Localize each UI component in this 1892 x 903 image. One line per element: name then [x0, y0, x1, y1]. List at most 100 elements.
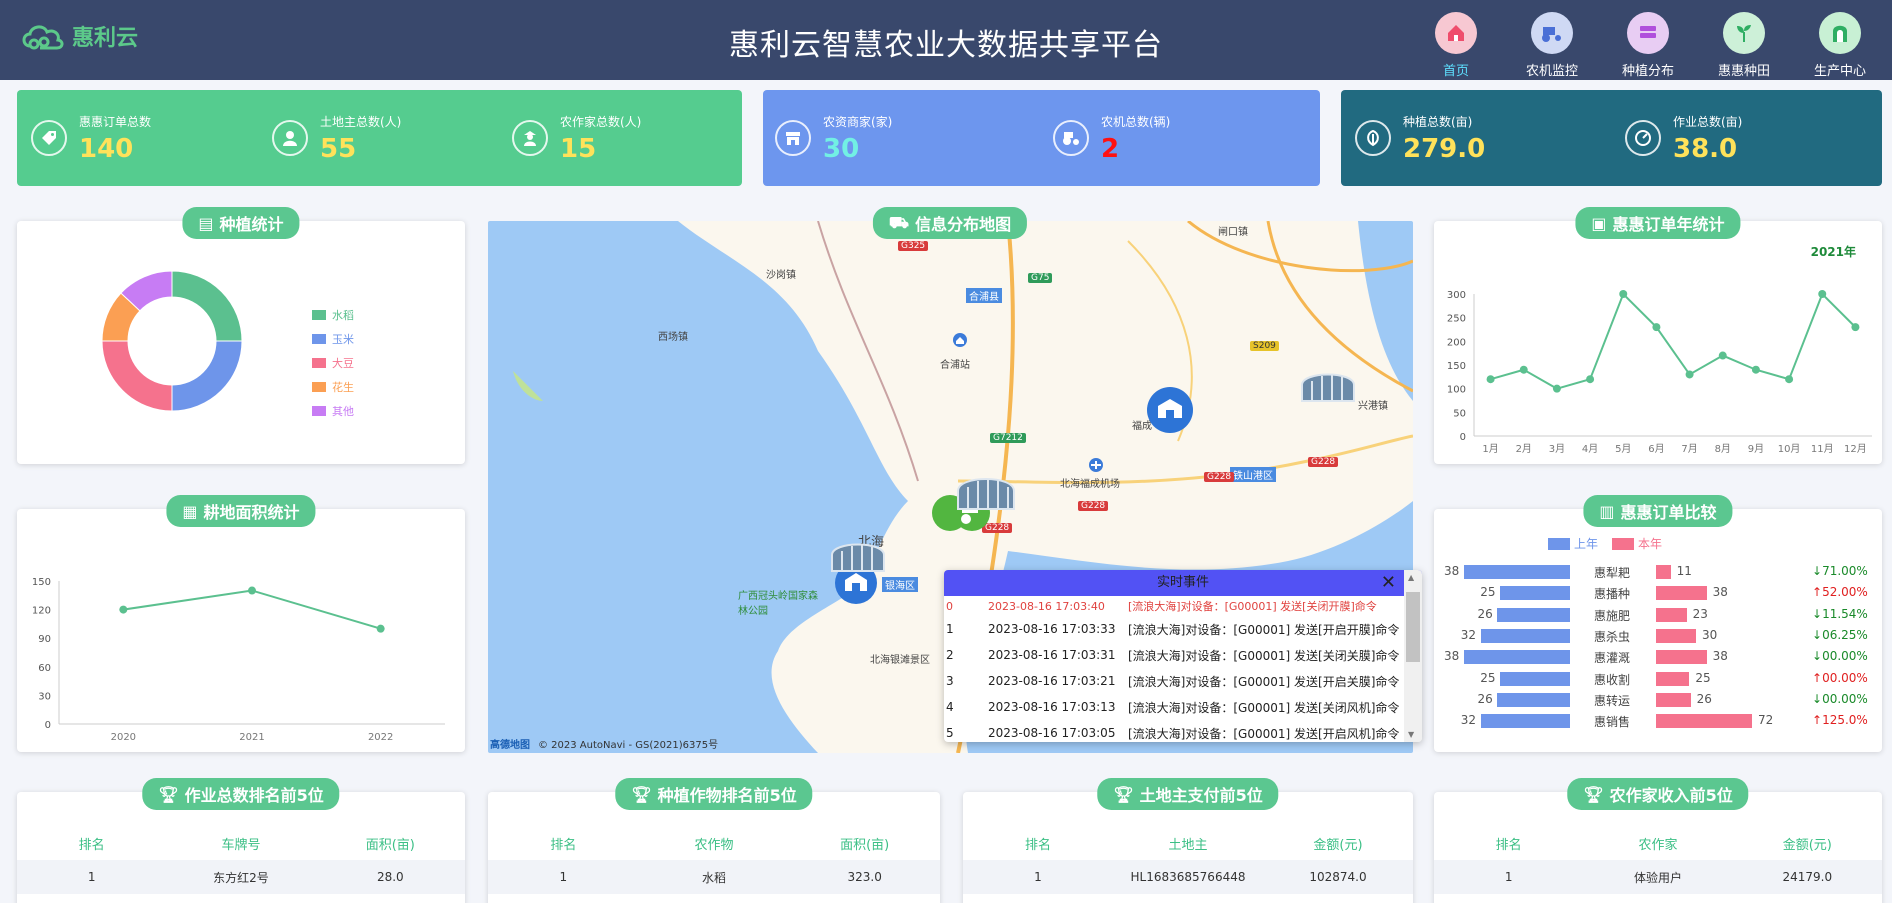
data-point[interactable]: [1586, 375, 1595, 384]
last-year-bar[interactable]: [1464, 565, 1570, 579]
event-row[interactable]: 0 2023-08-16 17:03:40 [流浪大海]对设备：[G00001] 发…: [944, 596, 1422, 616]
data-point[interactable]: [248, 586, 256, 595]
data-point[interactable]: [119, 605, 128, 614]
nav-home[interactable]: 首页: [1414, 12, 1498, 79]
table-row[interactable]: 1 HL1683685766448 102874.0: [963, 860, 1413, 894]
data-point[interactable]: [1619, 290, 1628, 298]
this-year-bar[interactable]: [1656, 650, 1707, 665]
greenhouse-marker-icon[interactable]: [828, 539, 888, 575]
last-year-value: 25: [1480, 670, 1496, 685]
data-point[interactable]: [376, 624, 385, 633]
change-text: 00.00%: [1822, 691, 1868, 706]
land-area-line-chart[interactable]: 0 30 60 90 120 150 2020 2021 2022: [17, 509, 465, 752]
events-title: 实时事件: [1156, 575, 1209, 590]
last-year-bar[interactable]: [1497, 692, 1570, 707]
order-year-line-chart[interactable]: 0 50 100 150 200 250 300 1月 2月 3月 4月 5月 6月 7月 8月 9月 10月 1…: [1434, 221, 1882, 464]
planting-donut-chart[interactable]: [97, 266, 247, 416]
data-point[interactable]: [1718, 351, 1727, 360]
column-header[interactable]: 土地主: [1113, 834, 1263, 853]
nav-farming[interactable]: 惠惠种田: [1702, 12, 1786, 79]
legend-item-this-year[interactable]: 本年: [1612, 535, 1662, 552]
panel-title-text: 土地主支付前5位: [1139, 786, 1263, 805]
column-header[interactable]: 排名: [1434, 834, 1583, 853]
data-point[interactable]: [1486, 375, 1495, 384]
column-header[interactable]: 农作物: [639, 834, 790, 853]
panel-title-map-text: 信息分布地图: [915, 215, 1012, 234]
column-header[interactable]: 金额(元): [1733, 834, 1882, 853]
donut-slice-0[interactable]: [171, 270, 243, 342]
map-label: 合浦县: [966, 288, 1002, 303]
table-row[interactable]: 1 东方红2号 28.0: [17, 860, 465, 894]
last-year-bar[interactable]: [1497, 607, 1570, 622]
x-tick-label: 2021: [239, 732, 264, 743]
close-icon[interactable]: ✕: [1381, 570, 1396, 596]
airport-marker-icon[interactable]: [1088, 457, 1104, 473]
this-year-bar[interactable]: [1656, 692, 1691, 707]
this-year-bar[interactable]: [1656, 586, 1707, 601]
event-text: [流浪大海]对设备：[G00001] 发送[关闭开膜]命令: [1128, 600, 1377, 613]
data-point[interactable]: [1785, 375, 1794, 384]
donut-legend-item[interactable]: 其他: [312, 403, 354, 419]
nav-planting-distribution[interactable]: 种植分布: [1606, 12, 1690, 79]
table-row[interactable]: 1 水稻 323.0: [488, 860, 940, 894]
column-header[interactable]: 排名: [963, 834, 1113, 853]
last-year-value: 38: [1444, 564, 1460, 578]
greenhouse-marker-icon[interactable]: [954, 473, 1018, 513]
stat-work-total: 作业总数(亩) 38.0: [1625, 113, 1742, 164]
events-scrollbar[interactable]: ▲ ▼: [1404, 570, 1422, 742]
column-header[interactable]: 面积(亩): [789, 834, 940, 853]
this-year-bar[interactable]: [1656, 671, 1690, 686]
greenhouse-marker-icon[interactable]: [1298, 369, 1358, 405]
column-header[interactable]: 农作家: [1583, 834, 1732, 853]
data-point[interactable]: [1652, 323, 1661, 332]
scroll-thumb[interactable]: [1406, 592, 1420, 662]
column-header[interactable]: 排名: [488, 834, 639, 853]
last-year-bar[interactable]: [1500, 586, 1570, 601]
event-row[interactable]: 3 2023-08-16 17:03:21 [流浪大海]对设备：[G00001] 发…: [944, 668, 1422, 694]
x-tick-label: 11月: [1811, 443, 1834, 455]
last-year-bar[interactable]: [1480, 714, 1570, 729]
y-tick-label: 300: [1447, 290, 1466, 301]
legend-swatch: [312, 382, 326, 392]
data-point[interactable]: [1685, 370, 1694, 379]
last-year-bar[interactable]: [1464, 650, 1570, 665]
station-marker-icon[interactable]: [952, 332, 968, 350]
event-row[interactable]: 5 2023-08-16 17:03:05 [流浪大海]对设备：[G00001] 发…: [944, 720, 1422, 742]
data-point[interactable]: [1751, 365, 1760, 374]
greenhouse-icon: [1819, 12, 1861, 54]
last-year-bar[interactable]: [1500, 671, 1570, 686]
warehouse-marker-icon[interactable]: [1146, 386, 1194, 434]
x-tick-label: 4月: [1582, 443, 1598, 455]
donut-slice-2[interactable]: [101, 340, 173, 412]
donut-legend-item[interactable]: 水稻: [312, 307, 354, 323]
donut-slice-1[interactable]: [171, 340, 243, 412]
donut-legend-item[interactable]: 玉米: [312, 331, 354, 347]
event-row[interactable]: 2 2023-08-16 17:03:31 [流浪大海]对设备：[G00001] 发…: [944, 642, 1422, 668]
legend-item-last-year[interactable]: 上年: [1548, 535, 1598, 552]
column-header[interactable]: 排名: [17, 834, 166, 853]
data-point[interactable]: [1818, 290, 1827, 298]
column-header[interactable]: 金额(元): [1263, 834, 1413, 853]
stat-landlords-value: 55: [320, 133, 357, 164]
change-percent: ↓00.00%: [1812, 649, 1868, 663]
stat-machines-value: 2: [1101, 133, 1120, 164]
nav-machine-monitor[interactable]: 农机监控: [1510, 12, 1594, 79]
this-year-bar[interactable]: [1656, 628, 1696, 643]
scroll-down-icon[interactable]: ▼: [1408, 730, 1414, 739]
event-row[interactable]: 1 2023-08-16 17:03:33 [流浪大海]对设备：[G00001] 发…: [944, 616, 1422, 642]
this-year-bar[interactable]: [1656, 607, 1687, 622]
data-point[interactable]: [1851, 323, 1860, 332]
this-year-bar[interactable]: [1656, 714, 1752, 729]
nav-production-center[interactable]: 生产中心: [1798, 12, 1882, 79]
last-year-bar[interactable]: [1480, 628, 1570, 643]
column-header[interactable]: 车牌号: [166, 834, 315, 853]
donut-legend-item[interactable]: 花生: [312, 379, 354, 395]
scroll-up-icon[interactable]: ▲: [1408, 573, 1414, 582]
data-point[interactable]: [1552, 384, 1561, 393]
data-point[interactable]: [1519, 365, 1528, 374]
column-header[interactable]: 面积(亩): [316, 834, 465, 853]
donut-legend-item[interactable]: 大豆: [312, 355, 354, 371]
table-row[interactable]: 1 体验用户 24179.0: [1434, 860, 1882, 894]
this-year-bar[interactable]: [1656, 565, 1671, 579]
event-row[interactable]: 4 2023-08-16 17:03:13 [流浪大海]对设备：[G00001] 发…: [944, 694, 1422, 720]
